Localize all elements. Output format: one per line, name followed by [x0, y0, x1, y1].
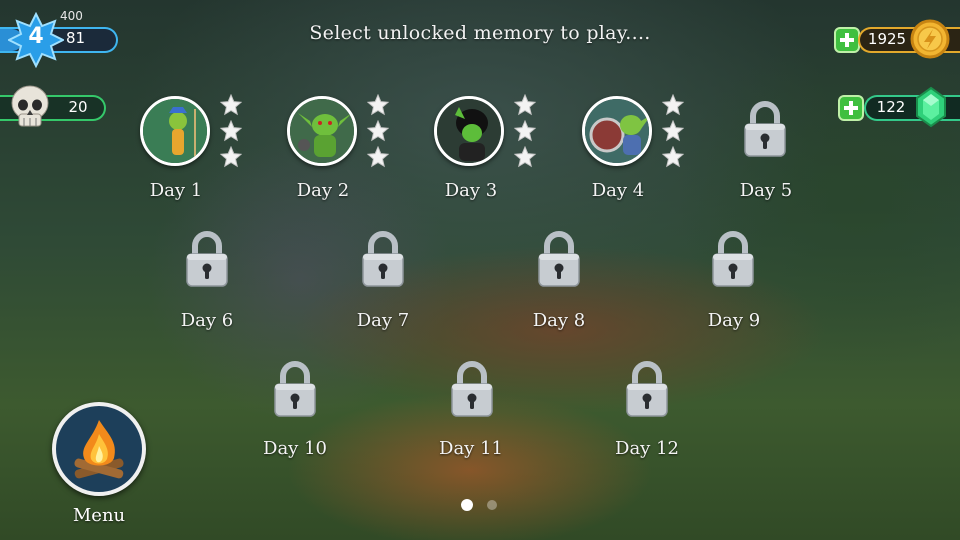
lock-icon[interactable] [272, 360, 318, 418]
gem-count: 122 [876, 98, 906, 116]
memory-label-day-9: Day 9 [707, 310, 761, 331]
buy-coins-button[interactable] [834, 27, 860, 53]
memory-label-day-8: Day 8 [532, 310, 586, 331]
memory-label-day-1: Day 1 [149, 180, 203, 201]
star-icon [219, 119, 243, 142]
player-level: 4 [28, 24, 44, 49]
memory-label-day-7: Day 7 [356, 310, 410, 331]
skull-count: 20 [68, 98, 88, 116]
star-icon [661, 93, 685, 116]
star-rating [219, 93, 244, 172]
memory-label-day-5: Day 5 [739, 180, 793, 201]
memory-label-day-2: Day 2 [296, 180, 350, 201]
page-title: Select unlocked memory to play.... [309, 22, 651, 44]
star-rating [661, 93, 686, 172]
goblin-warrior-portrait [287, 96, 357, 166]
star-icon [366, 119, 390, 142]
star-icon [366, 93, 390, 116]
memory-label-day-4: Day 4 [591, 180, 645, 201]
campfire-icon [74, 420, 124, 479]
goblin-shield-portrait [582, 96, 652, 166]
star-icon [513, 119, 537, 142]
coin-count: 1925 [867, 30, 907, 48]
lock-icon[interactable] [710, 230, 756, 288]
memory-label-day-3: Day 3 [444, 180, 498, 201]
lock-icon[interactable] [184, 230, 230, 288]
dark-goblin-portrait [434, 96, 504, 166]
memory-label-day-12: Day 12 [615, 438, 679, 459]
lock-icon[interactable] [624, 360, 670, 418]
star-rating [513, 93, 538, 172]
buy-gems-button[interactable] [838, 95, 864, 121]
page-indicator-dot[interactable] [487, 500, 497, 510]
menu-button[interactable] [52, 402, 146, 496]
skull-icon [11, 85, 49, 127]
menu-label: Menu [72, 505, 126, 526]
star-rating [366, 93, 391, 172]
page-indicator-dot-active[interactable] [461, 499, 473, 511]
lock-icon[interactable] [360, 230, 406, 288]
memory-label-day-10: Day 10 [263, 438, 327, 459]
plus-icon [840, 33, 854, 47]
plus-icon [844, 101, 858, 115]
xp-current-value: 81 [66, 29, 86, 47]
star-icon [219, 93, 243, 116]
star-icon [366, 145, 390, 168]
memory-label-day-11: Day 11 [439, 438, 503, 459]
star-icon [513, 145, 537, 168]
star-icon [219, 145, 243, 168]
lock-icon[interactable] [536, 230, 582, 288]
gold-coin-icon [910, 19, 950, 59]
lock-icon[interactable] [449, 360, 495, 418]
archer-goblin-portrait [140, 96, 210, 166]
star-icon [661, 119, 685, 142]
memory-label-day-6: Day 6 [180, 310, 234, 331]
lock-icon[interactable] [742, 100, 788, 158]
star-icon [513, 93, 537, 116]
star-icon [661, 145, 685, 168]
green-gem-icon [916, 86, 946, 128]
